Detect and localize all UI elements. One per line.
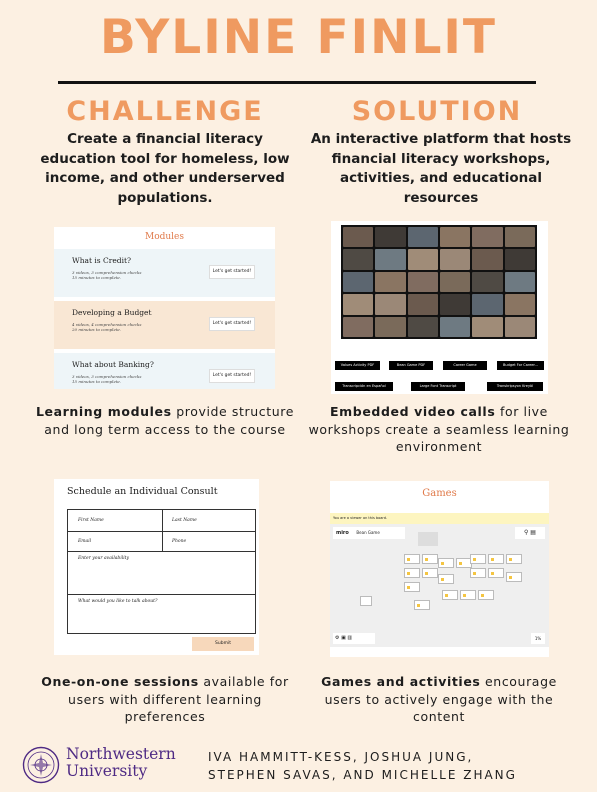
participant-tile (504, 249, 535, 270)
module-start-button[interactable]: Let's get started! (209, 265, 255, 279)
participant-tile (440, 316, 471, 337)
participant-tile (472, 271, 503, 293)
participant-tile (343, 316, 374, 337)
solution-heading: SOLUTION (351, 96, 523, 127)
module-start-button[interactable]: Let's get started! (209, 317, 255, 331)
participant-tile (375, 316, 406, 337)
participant-tile (440, 294, 471, 315)
participant-tile (440, 227, 471, 248)
participant-tile (504, 271, 535, 293)
module-item: What is Credit? 3 videos, 3 comprehensio… (54, 249, 275, 297)
modules-title: Modules (144, 232, 184, 242)
video-caption: Embedded video calls for live workshops … (308, 404, 570, 454)
author-list: IVA HAMMITT-KESS, JOSHUA JUNG, STEPHEN S… (208, 750, 517, 782)
resource-button[interactable]: Values Activity PDF (335, 361, 380, 370)
participant-tile (375, 294, 406, 315)
participant-tile (472, 249, 503, 270)
first-name-field[interactable]: First Name (78, 518, 104, 523)
resource-button[interactable]: Budget For Career... (497, 361, 544, 370)
participant-tile (375, 271, 406, 293)
title-divider (58, 81, 536, 84)
module-desc: 3 videos, 3 comprehension checks 15 minut… (72, 270, 142, 280)
module-item: Developing a Budget 4 videos, 4 comprehe… (54, 301, 275, 349)
resource-button[interactable]: Bean Game PDF (389, 361, 433, 370)
participant-tile (472, 316, 503, 337)
video-participant-grid (341, 225, 537, 339)
last-name-field[interactable]: Last Name (172, 518, 197, 523)
miro-toolbar: miro Bean Game (333, 527, 405, 539)
resource-button[interactable]: Large Font Transcript (411, 382, 465, 391)
participant-tile (407, 271, 438, 293)
module-desc: 4 videos, 4 comprehension checks 20 minut… (72, 322, 142, 332)
participant-tile (472, 294, 503, 315)
module-name: What is Credit? (72, 256, 132, 265)
modules-caption: Learning modules provide structure and l… (35, 404, 295, 437)
consult-title: Schedule an Individual Consult (67, 486, 218, 497)
phone-field[interactable]: Phone (172, 539, 186, 544)
challenge-text: Create a financial literacy education to… (40, 131, 290, 206)
participant-tile (407, 316, 438, 337)
miro-bottom-tools[interactable]: ⚙ ▣ ▥ (333, 633, 375, 644)
games-title: Games (422, 488, 457, 499)
northwestern-seal-icon (22, 746, 60, 788)
participant-tile (343, 271, 374, 293)
module-start-button[interactable]: Let's get started! (209, 369, 255, 383)
resource-button[interactable]: Career Game (443, 361, 487, 370)
participant-tile (343, 249, 374, 270)
miro-board: miro Bean Game ⚲ ▤ ⚙ ▣ ▥ 1% (330, 524, 549, 647)
northwestern-wordmark: Northwestern University (66, 745, 176, 780)
participant-tile (407, 249, 438, 270)
poster-title: BYLINE FINLIT (100, 10, 497, 65)
participant-tile (375, 249, 406, 270)
games-caption: Games and activities encourage users to … (321, 674, 557, 724)
submit-button[interactable]: Submit (192, 637, 254, 651)
module-item: What about Banking? 3 videos, 3 comprehe… (54, 353, 275, 389)
participant-tile (504, 316, 535, 337)
participant-tile (343, 227, 374, 248)
video-call-screenshot: Values Activity PDF Bean Game PDF Career… (331, 221, 548, 394)
resource-button[interactable]: Transcripción en Español (335, 382, 393, 391)
consult-form: First Name Last Name Email Phone Enter y… (67, 509, 256, 634)
viewer-banner: You are a viewer on this board. (330, 513, 549, 524)
consult-form-screenshot: Schedule an Individual Consult First Nam… (54, 479, 259, 655)
zoom-level[interactable]: 1% (531, 633, 545, 644)
participant-tile (343, 294, 374, 315)
module-name: Developing a Budget (72, 308, 152, 317)
participant-tile (504, 294, 535, 315)
participant-tile (375, 227, 406, 248)
availability-field[interactable]: Enter your availability (78, 556, 129, 561)
games-screenshot: Games You are a viewer on this board. mi… (330, 481, 549, 657)
participant-tile (407, 294, 438, 315)
consult-caption: One-on-one sessions available for users … (41, 674, 289, 724)
participant-tile (407, 227, 438, 248)
miro-search-icon[interactable]: ⚲ ▤ (515, 527, 545, 539)
resource-button[interactable]: Transkripsyon Kreyòl (487, 382, 543, 391)
participant-tile (472, 227, 503, 248)
participant-tile (504, 227, 535, 248)
module-name: What about Banking? (72, 360, 154, 369)
challenge-heading: CHALLENGE (66, 96, 264, 127)
participant-tile (440, 271, 471, 293)
talk-about-field[interactable]: What would you like to talk about? (78, 599, 157, 604)
email-field[interactable]: Email (78, 539, 91, 544)
modules-screenshot: Modules What is Credit? 3 videos, 3 comp… (54, 227, 275, 389)
solution-text: An interactive platform that hosts finan… (310, 131, 572, 206)
module-desc: 3 videos, 3 comprehension checks 15 minut… (72, 374, 142, 384)
participant-tile (440, 249, 471, 270)
